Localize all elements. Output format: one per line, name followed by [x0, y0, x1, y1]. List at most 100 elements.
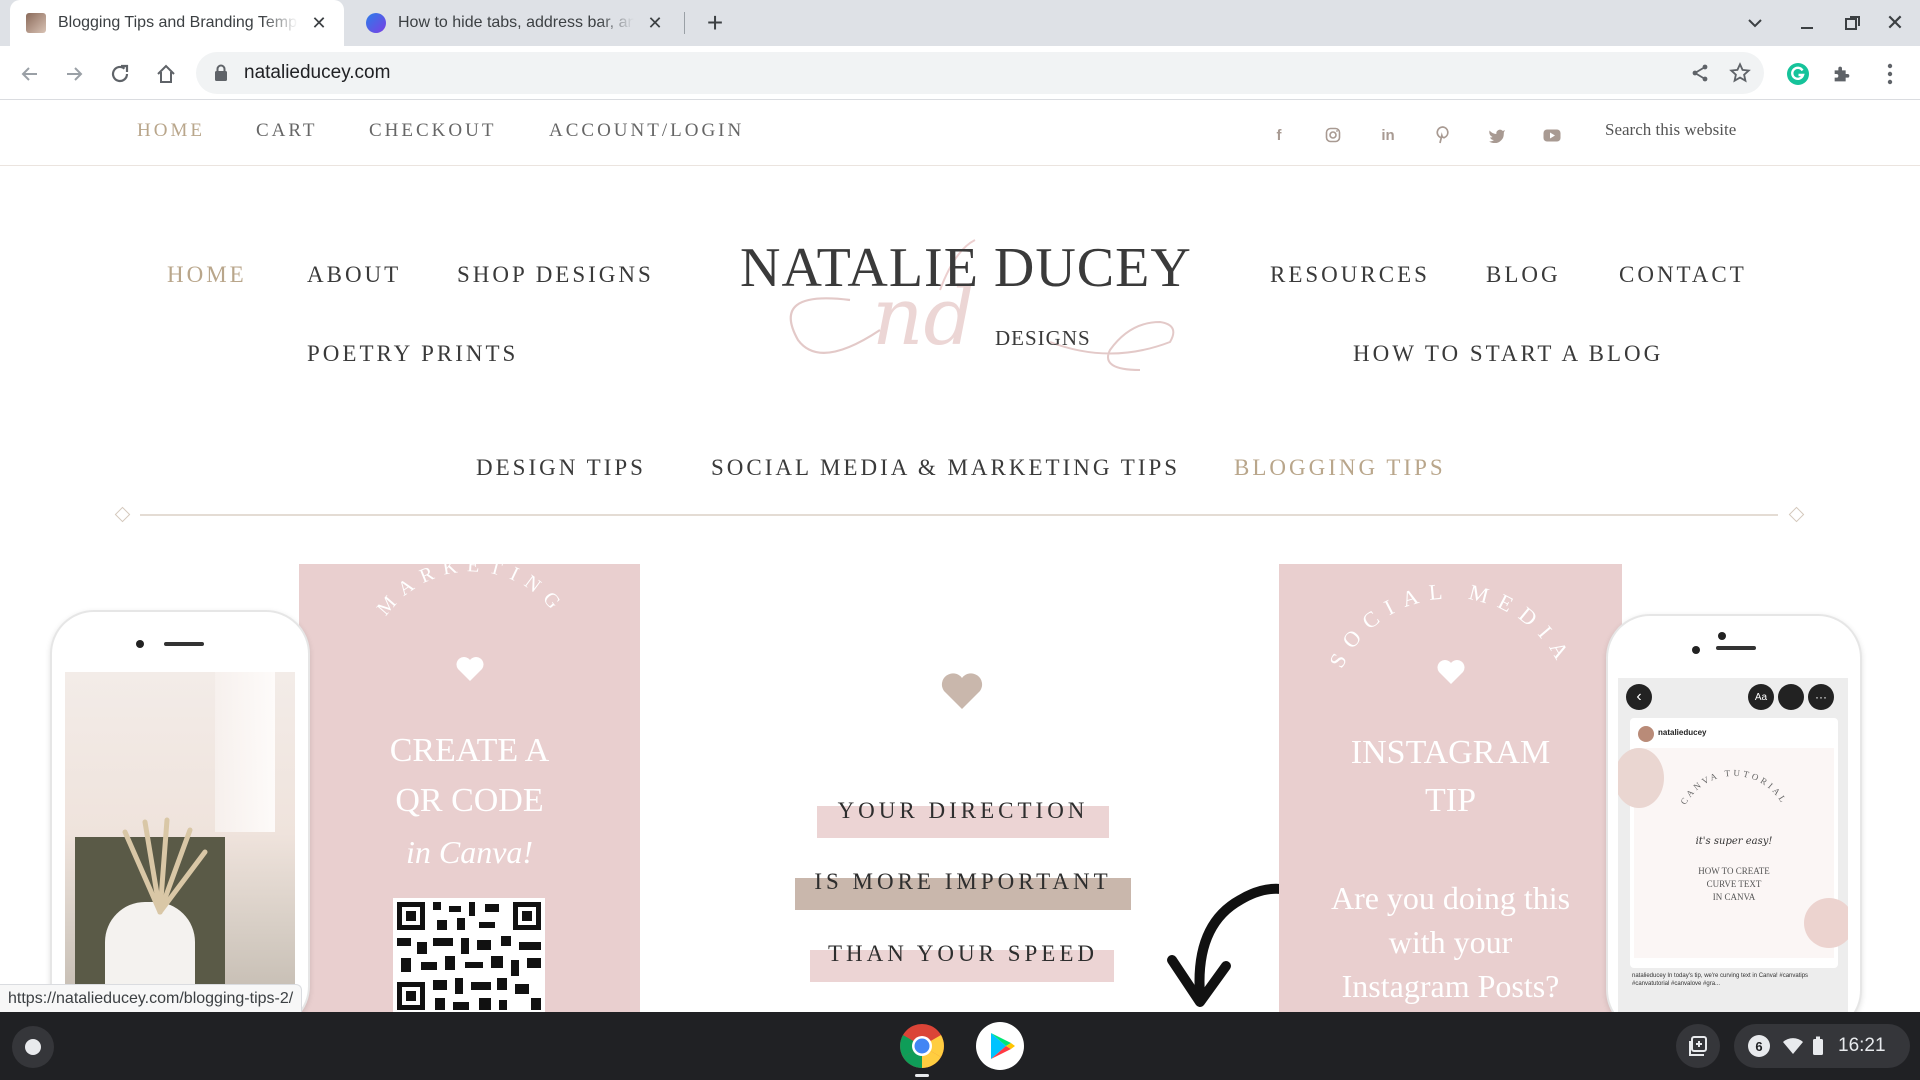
nav-divider	[140, 514, 1778, 516]
site-search-input[interactable]: Search this website	[1605, 120, 1736, 140]
card-right-question-3: Instagram Posts?	[1341, 968, 1560, 1004]
more-options-icon: ···	[1808, 684, 1834, 710]
sub-nav-design-tips[interactable]: DESIGN TIPS	[476, 455, 646, 481]
right-phone-mockup: ‹ Aa ··· natalieducey CANVA TUTORIAL it'…	[1606, 614, 1862, 1034]
quote-line-3: THAN YOUR SPEED	[828, 941, 1098, 966]
site-top-bar: HOME CART CHECKOUT ACCOUNT/LOGIN f in Se…	[0, 100, 1920, 166]
clock: 16:21	[1838, 1035, 1886, 1056]
bookmark-star-icon[interactable]	[1724, 57, 1756, 89]
sub-nav-blogging-tips[interactable]: BLOGGING TIPS	[1234, 455, 1446, 481]
back-button[interactable]	[14, 58, 46, 90]
phone-camera	[136, 640, 144, 648]
reload-button[interactable]	[104, 58, 136, 90]
divider-diamond-left	[114, 506, 131, 523]
post-caption: natalieducey In today's tip, we're curvi…	[1632, 973, 1809, 987]
card-left-line2: QR CODE	[395, 782, 544, 819]
instagram-tip-card[interactable]: SOCIAL MEDIA INSTAGRAM TIP Are you doing…	[1279, 564, 1622, 1012]
post-title-2: CURVE TEXT	[1706, 879, 1762, 889]
card-left-line1: CREATE A	[389, 732, 550, 769]
logo-name: NATALIE DUCEY	[740, 237, 1192, 299]
heart-icon	[456, 657, 484, 681]
card-left-line3: in Canva!	[405, 834, 534, 870]
new-tab-button[interactable]: +	[700, 7, 730, 38]
main-nav-shop-designs[interactable]: SHOP DESIGNS	[457, 262, 654, 288]
lock-icon[interactable]	[214, 64, 228, 87]
phone-camera	[1692, 646, 1700, 654]
link-status-bubble: https://natalieducey.com/blogging-tips-2…	[0, 984, 303, 1012]
top-nav-account-login[interactable]: ACCOUNT/LOGIN	[549, 120, 744, 142]
top-nav-home[interactable]: HOME	[137, 120, 205, 142]
minimize-icon[interactable]	[1792, 8, 1822, 38]
url-text: natalieducey.com	[244, 62, 391, 83]
close-tab-icon[interactable]: ✕	[308, 12, 330, 34]
restore-icon[interactable]	[1838, 8, 1868, 38]
qr-code-card[interactable]: MARKETING CREATE A QR CODE in Canva!	[299, 564, 640, 1012]
main-nav-how-to-start-a-blog[interactable]: HOW TO START A BLOG	[1353, 341, 1663, 367]
tab-blogging-tips[interactable]: Blogging Tips and Branding Templates ✕	[10, 0, 344, 46]
play-store-app-icon[interactable]	[976, 1022, 1024, 1070]
close-window-icon[interactable]: ✕	[1880, 8, 1910, 38]
top-nav-cart[interactable]: CART	[256, 120, 318, 142]
facebook-icon[interactable]: f	[1268, 124, 1290, 146]
post-script-text: it's super easy!	[1695, 836, 1773, 847]
post-preview: natalieducey CANVA TUTORIAL it's super e…	[1618, 718, 1848, 968]
post-username: natalieducey	[1658, 728, 1707, 737]
card-right-question-1: Are you doing this	[1330, 880, 1571, 916]
linkedin-icon[interactable]: in	[1377, 124, 1399, 146]
qr-code-icon	[393, 898, 545, 1012]
card-right-line1: INSTAGRAM	[1350, 734, 1551, 771]
status-tray[interactable]: 6 16:21	[1734, 1024, 1910, 1068]
divider-diamond-right	[1788, 506, 1805, 523]
forward-button[interactable]	[58, 58, 90, 90]
main-nav-poetry-prints[interactable]: POETRY PRINTS	[307, 341, 518, 367]
site-favicon-icon	[366, 13, 386, 33]
tab-search-icon[interactable]	[1740, 8, 1770, 38]
avatar	[1638, 726, 1654, 742]
svg-text:MARKETING: MARKETING	[373, 564, 570, 620]
tab-hide-tabs[interactable]: How to hide tabs, address bar, and toolb…	[350, 0, 680, 46]
main-nav-resources[interactable]: RESOURCES	[1270, 262, 1430, 288]
svg-text:SOCIAL MEDIA: SOCIAL MEDIA	[1324, 578, 1579, 672]
logo-sub: DESIGNS	[995, 326, 1091, 350]
svg-text:CANVA TUTORIAL: CANVA TUTORIAL	[1678, 768, 1789, 807]
more-menu-icon[interactable]	[1874, 58, 1906, 90]
tab-title: Blogging Tips and Branding Templates	[58, 14, 298, 31]
clipboard-icon[interactable]	[1676, 1024, 1720, 1068]
browser-toolbar: natalieducey.com	[0, 46, 1920, 100]
post-title-1: HOW TO CREATE	[1698, 866, 1770, 876]
tab-separator	[684, 12, 685, 34]
instagram-story-screen: ‹ Aa ··· natalieducey CANVA TUTORIAL it'…	[1618, 678, 1848, 1032]
top-nav-checkout[interactable]: CHECKOUT	[369, 120, 496, 142]
extensions-puzzle-icon[interactable]	[1826, 58, 1858, 90]
sticker-icon	[1778, 684, 1804, 710]
share-icon[interactable]	[1684, 57, 1716, 89]
youtube-icon[interactable]	[1541, 124, 1563, 146]
grammarly-extension-icon[interactable]	[1782, 58, 1814, 90]
lifestyle-photo	[65, 672, 295, 1028]
launcher-circle-icon	[25, 1039, 41, 1055]
twitter-icon[interactable]	[1486, 124, 1508, 146]
phone-speaker	[164, 642, 204, 646]
text-tool-icon: Aa	[1748, 684, 1774, 710]
address-bar[interactable]: natalieducey.com	[196, 52, 1764, 94]
main-nav-contact[interactable]: CONTACT	[1619, 262, 1747, 288]
quote-line-1: YOUR DIRECTION	[837, 798, 1089, 823]
launcher-button[interactable]	[12, 1026, 54, 1068]
main-nav-about[interactable]: ABOUT	[307, 262, 401, 288]
sub-nav-social-media-marketing-tips[interactable]: SOCIAL MEDIA & MARKETING TIPS	[711, 455, 1180, 481]
site-logo[interactable]: nd NATALIE DUCEY DESIGNS	[730, 230, 1192, 380]
site-favicon-icon	[26, 13, 46, 33]
instagram-icon[interactable]	[1322, 124, 1344, 146]
tab-title: How to hide tabs, address bar, and toolb…	[398, 14, 634, 31]
main-nav-blog[interactable]: BLOG	[1486, 262, 1561, 288]
main-nav-home[interactable]: HOME	[167, 262, 247, 288]
close-tab-icon[interactable]: ✕	[644, 12, 666, 34]
pinterest-icon[interactable]	[1432, 124, 1454, 146]
home-button[interactable]	[150, 58, 182, 90]
heart-icon	[941, 673, 983, 709]
chrome-app-icon[interactable]	[898, 1022, 946, 1070]
post-image: CANVA TUTORIAL it's super easy! HOW TO C…	[1618, 748, 1848, 958]
phone-sensor	[1718, 632, 1726, 640]
post-title-3: IN CANVA	[1712, 892, 1756, 902]
back-icon: ‹	[1626, 684, 1652, 710]
